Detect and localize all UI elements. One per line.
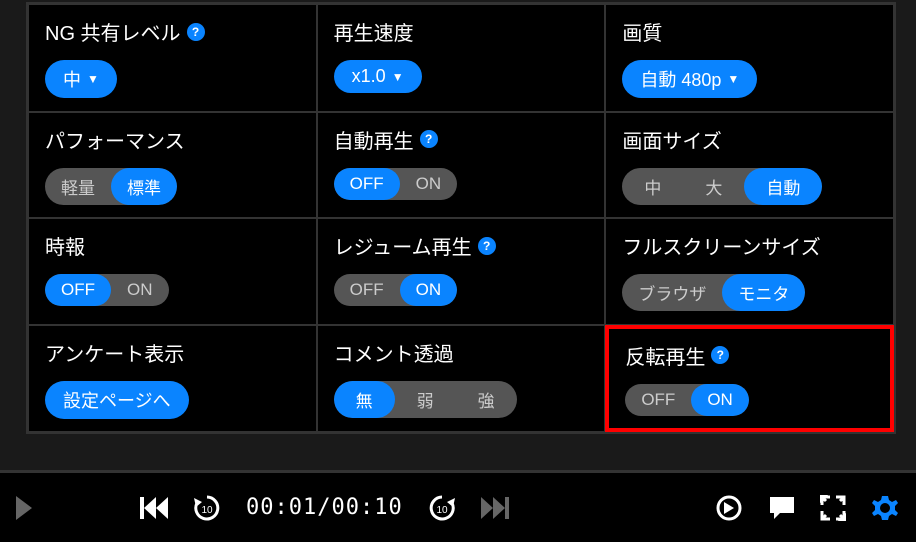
performance-title: パフォーマンス (45, 125, 185, 154)
help-icon[interactable]: ? (711, 346, 729, 364)
ng-share-dropdown[interactable]: 中 ▼ (45, 60, 117, 98)
rewind-10-icon[interactable]: 10 (192, 493, 222, 523)
speed-value: x1.0 (352, 66, 386, 87)
chevron-down-icon: ▼ (87, 72, 99, 86)
help-icon[interactable]: ? (420, 130, 438, 148)
performance-standard[interactable]: 標準 (111, 168, 177, 205)
autoplay-off[interactable]: OFF (334, 168, 400, 200)
survey-button[interactable]: 設定ページへ (45, 381, 189, 419)
screen-size: 画面サイズ 中 大 自動 (605, 112, 894, 219)
fullscreen-toggle[interactable]: ブラウザ モニタ (622, 274, 805, 311)
chevron-down-icon: ▼ (392, 70, 404, 84)
player-controlbar: 10 00:01/00:10 10 (0, 470, 916, 542)
fullscreen-title: フルスクリーンサイズ (622, 231, 820, 260)
settings-gear-icon[interactable] (870, 493, 900, 523)
skip-back-icon[interactable] (140, 497, 168, 519)
ng-share-value: 中 (63, 66, 81, 92)
quality-dropdown[interactable]: 自動 480p ▼ (622, 60, 757, 98)
ng-share-title: NG 共有レベル (45, 17, 181, 46)
resume-title: レジューム再生 (334, 231, 472, 260)
repeat-icon[interactable] (714, 493, 744, 523)
speed-title: 再生速度 (334, 17, 414, 46)
svg-text:10: 10 (201, 505, 213, 516)
survey-button-label: 設定ページへ (63, 387, 171, 413)
quality-value: 自動 480p (640, 66, 721, 92)
ng-share-level: NG 共有レベル ? 中 ▼ (28, 4, 317, 112)
performance-toggle[interactable]: 軽量 標準 (45, 168, 177, 205)
resume: レジューム再生 ? OFF ON (317, 218, 606, 325)
comment-alpha-weak[interactable]: 弱 (395, 381, 456, 418)
playback-speed: 再生速度 x1.0 ▼ (317, 4, 606, 112)
current-time: 00:01 (246, 495, 317, 520)
resume-off[interactable]: OFF (334, 274, 400, 306)
screen-size-auto[interactable]: 自動 (744, 168, 822, 205)
reverse-toggle[interactable]: OFF ON (625, 384, 749, 416)
skip-forward-icon[interactable] (481, 497, 509, 519)
autoplay-on[interactable]: ON (400, 168, 458, 200)
time-display: 00:01/00:10 (246, 495, 403, 520)
autoplay: 自動再生 ? OFF ON (317, 112, 606, 219)
play-icon[interactable] (16, 496, 32, 520)
screen-size-large[interactable]: 大 (683, 168, 744, 205)
reverse-playback: 反転再生 ? OFF ON (605, 325, 894, 433)
resume-toggle[interactable]: OFF ON (334, 274, 458, 306)
help-icon[interactable]: ? (187, 23, 205, 41)
help-icon[interactable]: ? (478, 237, 496, 255)
autoplay-title: 自動再生 (334, 125, 414, 154)
forward-10-icon[interactable]: 10 (427, 493, 457, 523)
resume-on[interactable]: ON (400, 274, 458, 306)
reverse-title: 反転再生 (625, 341, 705, 370)
quality: 画質 自動 480p ▼ (605, 4, 894, 112)
comment-alpha-seg[interactable]: 無 弱 強 (334, 381, 517, 418)
fullscreen-size: フルスクリーンサイズ ブラウザ モニタ (605, 218, 894, 325)
chime-off[interactable]: OFF (45, 274, 111, 306)
comment-icon[interactable] (768, 495, 796, 521)
comment-alpha-strong[interactable]: 強 (456, 381, 517, 418)
settings-panel: NG 共有レベル ? 中 ▼ 再生速度 x1.0 ▼ 画質 自動 480p ▼ … (26, 2, 896, 434)
comment-alpha: コメント透過 無 弱 強 (317, 325, 606, 433)
screen-size-medium[interactable]: 中 (622, 168, 683, 205)
autoplay-toggle[interactable]: OFF ON (334, 168, 458, 200)
chime-toggle[interactable]: OFF ON (45, 274, 169, 306)
screen-size-title: 画面サイズ (622, 125, 721, 154)
expand-icon[interactable] (820, 495, 846, 521)
fullscreen-browser[interactable]: ブラウザ (622, 274, 722, 311)
comment-alpha-title: コメント透過 (334, 338, 454, 367)
quality-title: 画質 (622, 17, 662, 46)
fullscreen-monitor[interactable]: モニタ (722, 274, 805, 311)
performance: パフォーマンス 軽量 標準 (28, 112, 317, 219)
chime-title: 時報 (45, 231, 85, 260)
reverse-on[interactable]: ON (691, 384, 749, 416)
speed-dropdown[interactable]: x1.0 ▼ (334, 60, 422, 93)
survey: アンケート表示 設定ページへ (28, 325, 317, 433)
chime-on[interactable]: ON (111, 274, 169, 306)
performance-light[interactable]: 軽量 (45, 168, 111, 205)
svg-text:10: 10 (436, 505, 448, 516)
screen-size-seg[interactable]: 中 大 自動 (622, 168, 822, 205)
reverse-off[interactable]: OFF (625, 384, 691, 416)
duration: 00:10 (331, 495, 402, 520)
chevron-down-icon: ▼ (727, 72, 739, 86)
chime: 時報 OFF ON (28, 218, 317, 325)
survey-title: アンケート表示 (45, 338, 184, 367)
comment-alpha-none[interactable]: 無 (334, 381, 395, 418)
